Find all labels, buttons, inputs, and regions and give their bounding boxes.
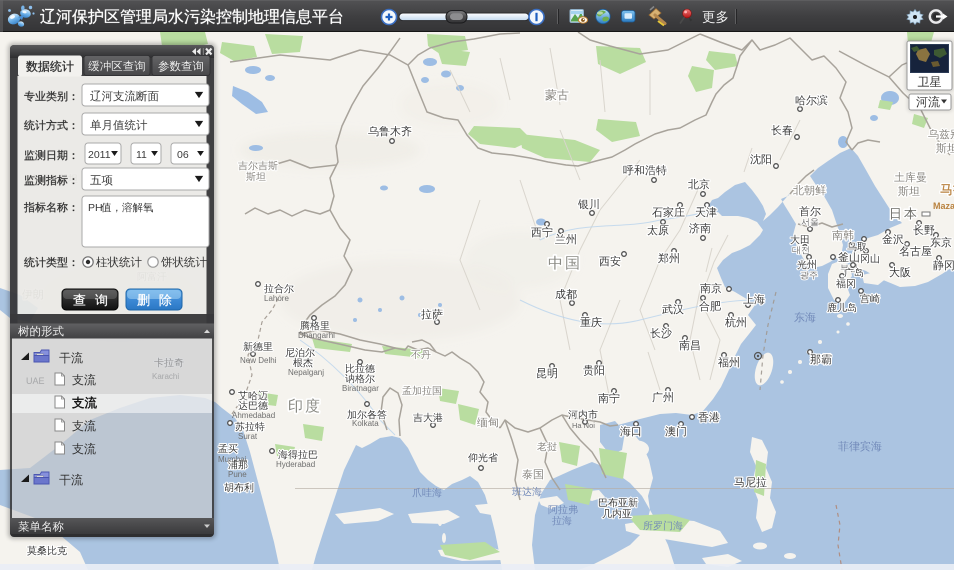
svg-text:Lahore: Lahore [264,294,289,303]
svg-text:Ha Noi: Ha Noi [572,421,595,430]
svg-text:Mumbai: Mumbai [218,455,247,464]
svg-text:Nepalganj: Nepalganj [288,368,324,377]
svg-text:Hyderabad: Hyderabad [276,460,315,469]
svg-text:2011: 2011 [88,149,111,161]
svg-text:Pune: Pune [228,470,247,479]
svg-text:Kolkata: Kolkata [352,419,379,428]
svg-text:Dhangarhi: Dhangarhi [298,331,335,340]
svg-text:Surat: Surat [238,432,258,441]
svg-text:PH: PH [88,202,103,214]
svg-text:11: 11 [136,149,147,161]
svg-text:06: 06 [177,149,189,161]
svg-text:Ahmedabad: Ahmedabad [232,411,275,420]
svg-text:Maza: Maza [933,201,954,211]
svg-text:New Delhi: New Delhi [240,356,277,365]
svg-text:Biratnagar: Biratnagar [342,384,379,393]
